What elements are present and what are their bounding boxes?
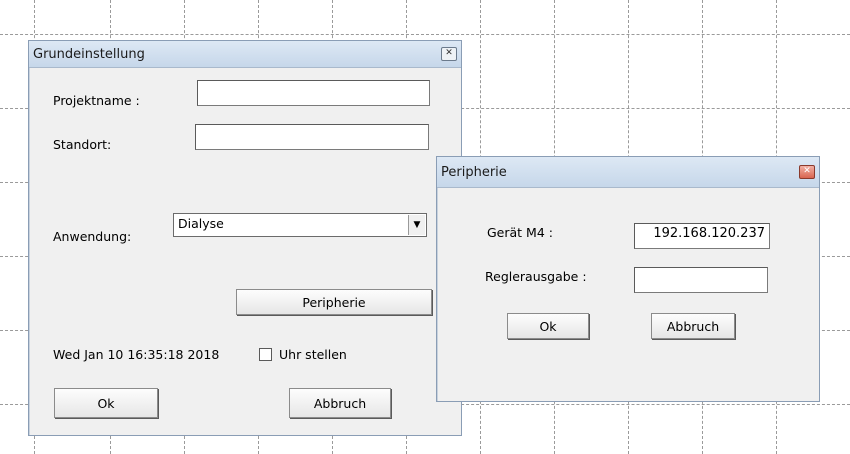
projektname-field[interactable] xyxy=(197,80,430,106)
standort-label: Standort: xyxy=(53,137,112,152)
window-title: Grundeinstellung xyxy=(33,46,145,62)
reglerausgabe-field[interactable] xyxy=(634,267,768,293)
abbruch-button[interactable]: Abbruch xyxy=(289,388,391,418)
geraet-m4-field[interactable]: 192.168.120.237 xyxy=(634,223,770,249)
peripherie-window: Peripherie ✕ Gerät M4 : 192.168.120.237 … xyxy=(436,156,820,402)
ok-button[interactable]: Ok xyxy=(507,313,589,339)
chevron-down-icon[interactable]: ▼ xyxy=(408,215,425,235)
standort-field[interactable] xyxy=(195,124,429,150)
reglerausgabe-label: Reglerausgabe : xyxy=(485,269,587,284)
datetime-display: Wed Jan 10 16:35:18 2018 xyxy=(53,347,220,362)
uhr-stellen-label: Uhr stellen xyxy=(279,347,347,362)
close-icon[interactable]: ✕ xyxy=(441,47,457,61)
peripherie-titlebar[interactable]: Peripherie ✕ xyxy=(437,157,819,188)
projektname-label: Projektname : xyxy=(53,93,140,108)
grundeinstellung-titlebar[interactable]: Grundeinstellung ✕ xyxy=(29,41,461,68)
grundeinstellung-window: Grundeinstellung ✕ Projektname : Standor… xyxy=(28,40,462,436)
peripherie-button[interactable]: Peripherie xyxy=(236,289,432,315)
anwendung-label: Anwendung: xyxy=(53,229,132,244)
uhr-stellen-checkbox[interactable] xyxy=(259,348,272,361)
close-icon[interactable]: ✕ xyxy=(799,165,815,179)
ok-button[interactable]: Ok xyxy=(54,388,158,418)
window-title: Peripherie xyxy=(441,164,507,180)
geraet-m4-label: Gerät M4 : xyxy=(487,225,553,240)
anwendung-selected-value: Dialyse xyxy=(178,216,224,231)
anwendung-dropdown[interactable]: Dialyse ▼ xyxy=(173,213,427,237)
abbruch-button[interactable]: Abbruch xyxy=(651,313,735,339)
